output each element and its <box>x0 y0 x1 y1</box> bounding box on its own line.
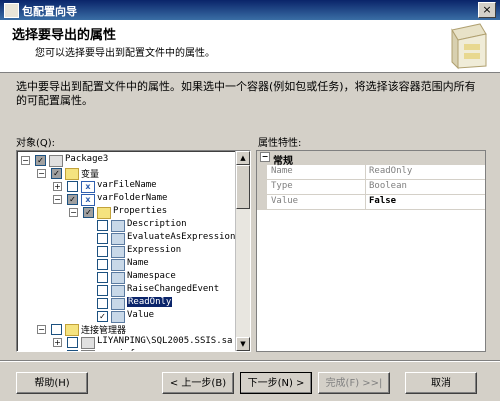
tree-node-label: Package3 <box>65 154 109 164</box>
next-button[interactable]: 下一步(N) > <box>240 372 312 394</box>
checkbox[interactable]: ✓ <box>35 155 46 166</box>
checkbox[interactable] <box>97 220 108 231</box>
cancel-button[interactable]: 取消 <box>405 372 477 394</box>
tree-node-label: varFileName <box>97 180 157 190</box>
tree-node-label: Value <box>127 310 155 320</box>
folder-icon <box>97 207 111 219</box>
checkbox[interactable] <box>67 181 78 192</box>
tree-node-label: Name <box>127 258 149 268</box>
divider <box>365 195 366 209</box>
checkbox-checked[interactable]: ✓ <box>97 311 108 322</box>
tree-node-label: Expression <box>127 245 182 255</box>
folder-icon <box>65 168 79 180</box>
connection-icon <box>81 337 95 349</box>
checkbox[interactable]: ✓ <box>83 207 94 218</box>
collapse-icon[interactable]: − <box>69 208 78 217</box>
property-row[interactable]: Name ReadOnly <box>257 165 485 180</box>
tree-node-label: ReadOnly <box>127 297 173 307</box>
tree-node-label: 变量 <box>81 170 100 180</box>
tree-node-label: Description <box>127 219 187 229</box>
tree-node-label: 连接管理器 <box>81 326 127 336</box>
property-row[interactable]: Type Boolean <box>257 180 485 195</box>
category-header[interactable]: − 常规 <box>257 151 485 167</box>
checkbox[interactable] <box>97 259 108 270</box>
checkbox[interactable] <box>97 246 108 257</box>
help-button[interactable]: 帮助(H) <box>16 372 88 394</box>
checkbox[interactable] <box>51 324 62 335</box>
tree-node-label: varFolderName <box>97 193 168 203</box>
tree-node-label: LIYANPING\SQL2005.SSIS.sa <box>97 336 233 346</box>
finish-button[interactable]: 完成(F) >>| <box>318 372 390 394</box>
checkbox[interactable] <box>97 272 108 283</box>
page-title: 选择要导出的属性 <box>12 28 117 43</box>
row-gutter <box>257 165 267 179</box>
tree-node-label: RaiseChangedEvent <box>127 284 220 294</box>
expand-icon[interactable]: + <box>53 182 62 191</box>
tree-node-label: Namespace <box>127 271 176 281</box>
collapse-icon[interactable]: − <box>21 156 30 165</box>
property-key: Type <box>271 181 293 191</box>
property-icon <box>111 246 125 258</box>
property-value: Boolean <box>369 181 407 191</box>
checkbox[interactable]: ✓ <box>51 168 62 179</box>
tree-node-label: pessinfo <box>97 349 140 351</box>
property-icon <box>111 272 125 284</box>
collapse-icon[interactable]: − <box>37 325 46 334</box>
objects-label: 对象(Q): <box>16 138 56 149</box>
window-title: 包配置向导 <box>22 5 77 18</box>
checkbox[interactable] <box>67 337 78 348</box>
scroll-thumb[interactable] <box>236 165 250 209</box>
properties-label: 属性特性: <box>258 138 302 149</box>
collapse-icon[interactable]: − <box>260 152 270 162</box>
property-key: Name <box>271 166 293 176</box>
connection-icon <box>81 350 95 351</box>
row-gutter <box>257 195 267 209</box>
property-icon <box>111 220 125 232</box>
property-icon <box>111 233 125 245</box>
scroll-up-icon[interactable]: ▲ <box>236 151 250 165</box>
divider <box>0 361 500 362</box>
divider <box>365 165 366 179</box>
divider <box>365 180 366 194</box>
property-icon <box>111 311 125 323</box>
variable-icon: x <box>81 194 95 206</box>
property-key: Value <box>271 196 299 206</box>
property-icon <box>111 285 125 297</box>
collapse-icon[interactable]: − <box>37 169 46 178</box>
objects-tree[interactable]: − ✓ Package3 − ✓ 变量 + x varFileName − ✓ … <box>16 150 251 352</box>
property-icon <box>111 298 125 310</box>
title-bar: 包配置向导 × <box>0 0 500 20</box>
property-row[interactable]: Value False <box>257 195 485 210</box>
scroll-down-icon[interactable]: ▼ <box>236 337 250 351</box>
checkbox[interactable]: ✓ <box>67 194 78 205</box>
description-text: 选中要导出到配置文件中的属性。如果选中一个容器(例如包或任务)，将选择该容器范围… <box>16 80 476 107</box>
tree-scrollbar[interactable]: ▲ ▼ <box>235 151 250 351</box>
property-icon <box>111 259 125 271</box>
expand-icon[interactable]: + <box>53 351 62 352</box>
package-icon <box>49 155 63 167</box>
variable-icon: x <box>81 181 95 193</box>
checkbox[interactable] <box>97 298 108 309</box>
properties-grid[interactable]: − 常规 Name ReadOnly Type Boolean Value Fa… <box>256 150 486 352</box>
tree-node-label: Properties <box>113 206 168 216</box>
property-value: ReadOnly <box>369 166 413 176</box>
back-button[interactable]: < 上一步(B) <box>162 372 234 394</box>
page-subtitle: 您可以选择要导出到配置文件中的属性。 <box>35 48 215 59</box>
close-button[interactable]: × <box>478 2 496 18</box>
expand-icon[interactable]: + <box>53 338 62 347</box>
checkbox[interactable] <box>97 285 108 296</box>
tree-node-label: EvaluateAsExpression <box>127 232 236 242</box>
property-value-editable[interactable]: False <box>369 196 396 206</box>
app-icon <box>4 3 19 18</box>
checkbox[interactable] <box>67 350 78 351</box>
wizard-header: 选择要导出的属性 您可以选择要导出到配置文件中的属性。 <box>0 20 500 73</box>
wizard-logo-icon <box>451 23 487 70</box>
row-gutter <box>257 180 267 194</box>
checkbox[interactable] <box>97 233 108 244</box>
folder-icon <box>65 324 79 336</box>
collapse-icon[interactable]: − <box>53 195 62 204</box>
